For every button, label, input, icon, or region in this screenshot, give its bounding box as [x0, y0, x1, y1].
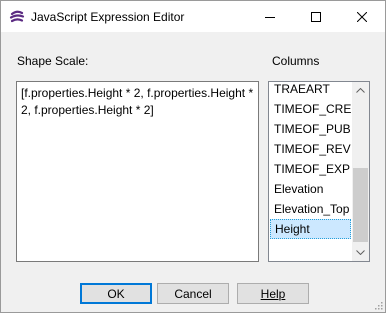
column-item-elevation[interactable]: Elevation — [269, 179, 352, 199]
chevron-down-icon — [356, 250, 365, 255]
column-item-timeof-pub[interactable]: TIMEOF_PUB — [269, 119, 352, 139]
maximize-icon — [311, 11, 321, 22]
minimize-button[interactable] — [247, 1, 293, 32]
column-item-timeof-rev[interactable]: TIMEOF_REV — [269, 139, 352, 159]
chevron-up-icon — [356, 88, 365, 93]
scroll-up-button[interactable] — [352, 82, 369, 99]
help-mnemonic: Help — [260, 286, 286, 301]
scroll-down-button[interactable] — [352, 244, 369, 261]
columns-listbox[interactable]: TRAEART TIMEOF_CRE TIMEOF_PUB TIMEOF_REV… — [268, 81, 370, 262]
column-item-timeof-exp[interactable]: TIMEOF_EXP — [269, 159, 352, 179]
expression-textarea[interactable]: [f.properties.Height * 2, f.properties.H… — [16, 81, 259, 262]
columns-label: Columns — [272, 54, 320, 68]
title-bar[interactable]: JavaScript Expression Editor — [1, 1, 385, 32]
window-title: JavaScript Expression Editor — [31, 10, 185, 24]
help-button[interactable]: Help — [237, 283, 309, 304]
maximize-button[interactable] — [293, 1, 339, 32]
column-item-timeof-cre[interactable]: TIMEOF_CRE — [269, 99, 352, 119]
columns-list-items: TRAEART TIMEOF_CRE TIMEOF_PUB TIMEOF_REV… — [269, 82, 352, 239]
close-icon — [357, 11, 367, 22]
ok-button[interactable]: OK — [80, 283, 152, 304]
minimize-icon — [265, 16, 275, 18]
columns-scrollbar[interactable] — [352, 82, 369, 261]
app-logo-icon — [9, 9, 25, 25]
close-button[interactable] — [339, 1, 385, 32]
column-item-elevation-top[interactable]: Elevation_Top — [269, 199, 352, 219]
resize-grip-icon[interactable] — [373, 300, 383, 310]
scroll-thumb[interactable] — [353, 168, 368, 242]
dialog-window: JavaScript Expression Editor Shape Scale… — [0, 0, 386, 313]
column-item-traeart[interactable]: TRAEART — [269, 82, 352, 99]
column-item-height[interactable]: Height — [270, 219, 351, 239]
cancel-button[interactable]: Cancel — [157, 283, 229, 304]
shape-scale-label: Shape Scale: — [17, 54, 89, 68]
